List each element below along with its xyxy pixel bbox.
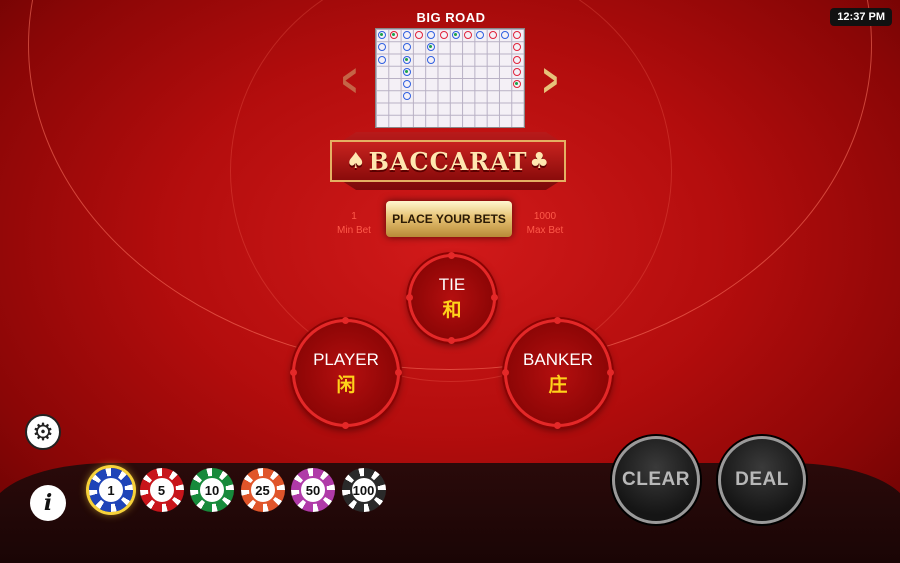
road-result-mark xyxy=(513,80,522,88)
big-road-title: BIG ROAD xyxy=(416,10,486,25)
chip-value: 1 xyxy=(97,476,125,504)
pip-icon xyxy=(502,369,509,376)
chip-50[interactable]: 50 xyxy=(291,468,335,512)
banker-bet-spot[interactable]: BANKER 庄 xyxy=(502,317,614,429)
tie-label: TIE xyxy=(438,274,466,294)
max-bet: 1000 Max Bet xyxy=(522,210,568,238)
road-result-mark xyxy=(390,31,399,39)
road-result-mark xyxy=(488,31,497,39)
road-result-mark xyxy=(501,31,509,39)
pip-icon xyxy=(448,252,455,259)
road-prev-arrow-icon[interactable]: < xyxy=(342,57,357,103)
road-result-mark xyxy=(513,55,522,64)
max-bet-label: Max Bet xyxy=(526,225,564,236)
player-bet-spot[interactable]: PLAYER 闲 xyxy=(290,317,402,429)
banker-label: BANKER xyxy=(523,349,593,369)
road-result-mark xyxy=(402,43,411,52)
clock: 12:37 PM xyxy=(830,8,892,26)
road-result-mark xyxy=(476,31,485,39)
chip-100[interactable]: 100 xyxy=(341,468,386,512)
pip-icon xyxy=(342,422,349,429)
banker-chinese-label: 庄 xyxy=(548,374,568,396)
min-bet-label: Min Bet xyxy=(337,225,371,236)
road-result-mark xyxy=(378,55,386,64)
spade-icon: ♠ xyxy=(345,148,367,174)
settings-gear-icon[interactable]: ⚙ xyxy=(25,414,61,450)
place-your-bets-banner: PLACE YOUR BETS xyxy=(386,201,512,237)
road-result-mark xyxy=(439,31,448,39)
road-result-mark xyxy=(402,67,411,76)
big-road-grid[interactable] xyxy=(375,28,525,128)
road-result-mark xyxy=(427,31,436,39)
deal-button[interactable]: DEAL xyxy=(718,436,806,524)
clear-button[interactable]: CLEAR xyxy=(612,436,700,524)
road-next-arrow-icon[interactable]: > xyxy=(543,57,558,103)
road-result-mark xyxy=(513,43,522,52)
chip-10[interactable]: 10 xyxy=(190,468,234,512)
road-result-mark xyxy=(402,92,411,101)
pip-icon xyxy=(342,317,349,324)
pip-icon xyxy=(607,369,614,376)
pip-icon xyxy=(491,294,498,301)
road-result-mark xyxy=(402,55,411,64)
pip-icon xyxy=(395,369,402,376)
pip-icon xyxy=(554,422,561,429)
road-result-mark xyxy=(513,31,522,39)
player-chinese-label: 闲 xyxy=(336,374,356,396)
chip-value: 50 xyxy=(299,476,327,504)
pip-icon xyxy=(406,294,413,301)
road-result-mark xyxy=(402,80,411,88)
road-result-mark xyxy=(451,31,460,39)
chip-value: 100 xyxy=(349,476,378,504)
info-icon[interactable]: i xyxy=(30,485,66,521)
chip-1[interactable]: 1 xyxy=(89,468,133,512)
club-icon: ♣ xyxy=(529,148,551,174)
chip-value: 5 xyxy=(147,476,176,504)
tie-chinese-label: 和 xyxy=(442,299,462,321)
chip-value: 10 xyxy=(198,476,226,504)
road-result-mark xyxy=(402,31,411,39)
road-result-mark xyxy=(427,55,436,64)
player-label: PLAYER xyxy=(313,349,379,369)
pip-icon xyxy=(290,369,297,376)
chip-25[interactable]: 25 xyxy=(240,468,285,512)
pip-icon xyxy=(554,317,561,324)
road-result-mark xyxy=(378,43,386,52)
tie-bet-spot[interactable]: TIE 和 xyxy=(406,252,498,344)
chip-value: 25 xyxy=(248,476,277,504)
min-bet-value: 1 xyxy=(351,211,357,222)
logo-text: BACCARAT xyxy=(368,146,528,176)
road-result-mark xyxy=(513,67,522,76)
road-result-mark xyxy=(414,31,423,39)
road-result-mark xyxy=(427,43,436,52)
max-bet-value: 1000 xyxy=(533,211,557,222)
chip-5[interactable]: 5 xyxy=(139,468,184,512)
road-result-mark xyxy=(378,31,386,39)
pip-icon xyxy=(448,337,455,344)
min-bet: 1 Min Bet xyxy=(334,210,374,238)
baccarat-logo: ♠ BACCARAT ♣ xyxy=(330,140,566,182)
road-result-mark xyxy=(464,31,473,39)
